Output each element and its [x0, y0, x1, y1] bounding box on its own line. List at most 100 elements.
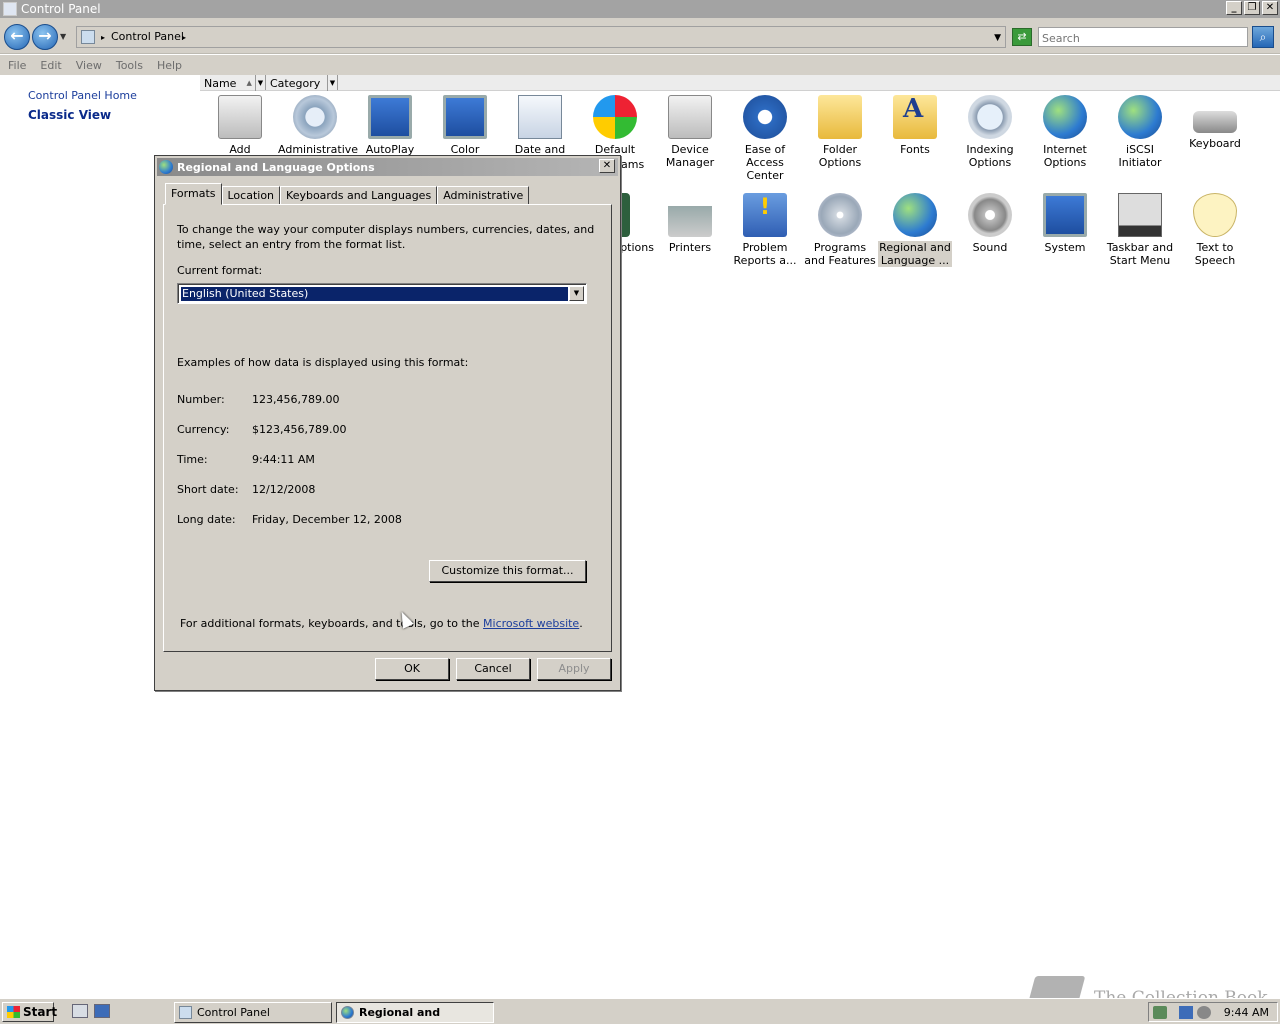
- volume-icon[interactable]: [1197, 1006, 1211, 1019]
- address-dropdown-icon[interactable]: ▼: [994, 33, 1001, 43]
- device-manager-item[interactable]: Device Manager: [653, 95, 727, 169]
- ease-of-access-item[interactable]: Ease of Access Center: [728, 95, 802, 182]
- windows-logo-icon: [7, 1006, 20, 1018]
- color-item[interactable]: Color: [428, 95, 502, 156]
- fonts-icon: [893, 95, 937, 139]
- minimize-button[interactable]: _: [1226, 1, 1242, 15]
- item-label: Sound: [972, 241, 1008, 254]
- device-manager-icon: [668, 95, 712, 139]
- example-time-label: Time:: [177, 453, 208, 466]
- address-bar[interactable]: ▸ Control Panel ▸ ▼: [76, 26, 1006, 48]
- show-desktop-icon[interactable]: [94, 1004, 110, 1018]
- forward-arrow-icon[interactable]: →: [32, 24, 58, 50]
- close-button[interactable]: ✕: [1262, 1, 1278, 15]
- security-shield-icon[interactable]: [1153, 1006, 1167, 1019]
- menu-file[interactable]: File: [8, 59, 26, 72]
- example-number-label: Number:: [177, 393, 225, 406]
- window-title: Control Panel: [21, 2, 101, 16]
- internet-options-item[interactable]: Internet Options: [1028, 95, 1102, 169]
- start-button[interactable]: Start: [2, 1002, 57, 1022]
- programs-features-item[interactable]: Programs and Features: [803, 193, 877, 267]
- sound-icon: [968, 193, 1012, 237]
- menu-tools[interactable]: Tools: [116, 59, 143, 72]
- cancel-button[interactable]: Cancel: [456, 658, 530, 680]
- tab-location[interactable]: Location: [221, 186, 281, 205]
- item-label: Regional and Language ...: [878, 241, 952, 267]
- tab-administrative[interactable]: Administrative: [437, 186, 530, 205]
- taskbar-regional-language[interactable]: Regional and Langua...: [336, 1002, 494, 1023]
- sort-ascending-icon: ▲: [246, 79, 252, 87]
- taskbar: Start Control Panel Regional and Langua.…: [0, 998, 1280, 1024]
- current-format-value: English (United States): [180, 286, 569, 302]
- folder-options-icon: [818, 95, 862, 139]
- item-label: Folder Options: [818, 143, 862, 169]
- breadcrumb-control-panel[interactable]: Control Panel: [111, 30, 184, 43]
- tab-keyboards-languages[interactable]: Keyboards and Languages: [280, 186, 438, 205]
- autoplay-item[interactable]: AutoPlay: [353, 95, 427, 156]
- customize-format-button[interactable]: Customize this format...: [429, 560, 586, 582]
- item-label: Text to Speech: [1194, 241, 1236, 267]
- text-to-speech-icon: [1193, 193, 1237, 237]
- taskbar-start-menu-icon: [1118, 193, 1162, 237]
- task-label: Control Panel: [197, 1006, 270, 1019]
- recent-pages-chevron-icon[interactable]: ▼: [60, 32, 66, 41]
- server-manager-icon[interactable]: [72, 1004, 88, 1018]
- regional-language-item[interactable]: Regional and Language ...: [878, 193, 952, 267]
- control-panel-small-icon: [179, 1006, 192, 1019]
- problem-reports-item[interactable]: Problem Reports a...: [728, 193, 802, 267]
- taskbar-start-menu-item[interactable]: Taskbar and Start Menu: [1103, 193, 1177, 267]
- item-label: Programs and Features: [804, 241, 876, 267]
- breadcrumb-chevron-icon[interactable]: ▸: [182, 33, 186, 42]
- classic-view-link[interactable]: Classic View: [28, 108, 111, 122]
- ease-of-access-icon: [743, 95, 787, 139]
- control-panel-home-link[interactable]: Control Panel Home: [28, 89, 137, 102]
- system-item[interactable]: System: [1028, 193, 1102, 254]
- column-category-dropdown-icon[interactable]: ▼: [328, 75, 338, 90]
- clock[interactable]: 9:44 AM: [1224, 1006, 1269, 1019]
- indexing-options-item[interactable]: Indexing Options: [953, 95, 1027, 169]
- maximize-button[interactable]: ❐: [1244, 1, 1260, 15]
- network-icon[interactable]: [1179, 1006, 1193, 1019]
- dialog-titlebar[interactable]: Regional and Language Options ✕: [157, 158, 618, 176]
- administrative-tools-icon: [293, 95, 337, 139]
- folder-options-item[interactable]: Folder Options: [803, 95, 877, 169]
- date-time-icon: [518, 95, 562, 139]
- column-category-label: Category: [270, 76, 321, 90]
- search-icon[interactable]: ⌕: [1252, 26, 1274, 48]
- printers-item[interactable]: Printers: [653, 193, 727, 254]
- microsoft-website-link[interactable]: Microsoft website: [483, 617, 579, 630]
- problem-reports-icon: [743, 193, 787, 237]
- column-name[interactable]: Name ▲: [200, 75, 256, 91]
- current-format-select[interactable]: English (United States) ▼: [177, 283, 587, 304]
- menu-help[interactable]: Help: [157, 59, 182, 72]
- menu-edit[interactable]: Edit: [40, 59, 61, 72]
- column-category[interactable]: Category: [266, 75, 328, 91]
- taskbar-control-panel[interactable]: Control Panel: [174, 1002, 332, 1023]
- autoplay-icon: [368, 95, 412, 139]
- keyboard-icon: [1193, 111, 1237, 133]
- system-tray: 9:44 AM: [1148, 1002, 1278, 1022]
- menu-view[interactable]: View: [76, 59, 102, 72]
- tab-formats[interactable]: Formats: [165, 183, 222, 205]
- ok-button[interactable]: OK: [375, 658, 449, 680]
- apply-button[interactable]: Apply: [537, 658, 611, 680]
- keyboard-item[interactable]: Keyboard: [1178, 95, 1252, 150]
- menu-bar: File Edit View Tools Help: [0, 55, 1280, 75]
- column-name-dropdown-icon[interactable]: ▼: [256, 75, 266, 90]
- dropdown-arrow-icon[interactable]: ▼: [569, 286, 584, 301]
- example-long-date-value: Friday, December 12, 2008: [252, 513, 402, 526]
- fonts-item[interactable]: Fonts: [878, 95, 952, 156]
- default-programs-item[interactable]: Default: [578, 95, 652, 156]
- sound-item[interactable]: Sound: [953, 193, 1027, 254]
- iscsi-initiator-item[interactable]: iSCSI Initiator: [1103, 95, 1177, 169]
- text-to-speech-item[interactable]: Text to Speech: [1178, 193, 1252, 267]
- search-input[interactable]: [1038, 27, 1248, 47]
- breadcrumb-chevron-icon[interactable]: ▸: [101, 33, 105, 42]
- administrative-tools-item[interactable]: Administrative: [278, 95, 358, 156]
- additional-formats-text: For additional formats, keyboards, and t…: [180, 616, 583, 631]
- dialog-title: Regional and Language Options: [177, 160, 375, 174]
- dialog-close-button[interactable]: ✕: [599, 159, 615, 173]
- back-arrow-icon[interactable]: ←: [4, 24, 30, 50]
- refresh-icon[interactable]: ⇄: [1012, 28, 1032, 46]
- regional-language-icon: [893, 193, 937, 237]
